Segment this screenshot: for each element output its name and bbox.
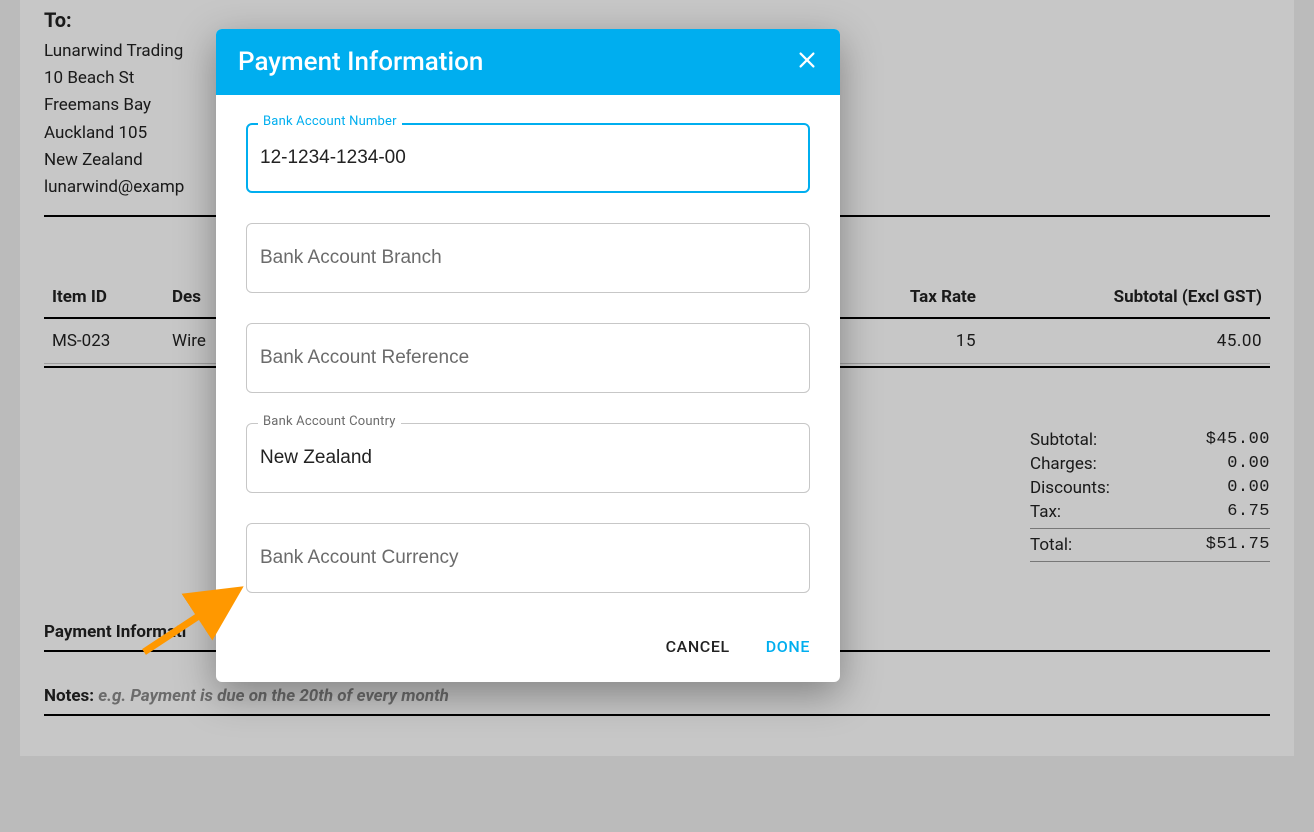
done-button[interactable]: Done: [766, 637, 810, 656]
bank-account-country-field[interactable]: Bank Account Country: [246, 423, 810, 493]
bank-account-currency-field[interactable]: Bank Account Currency: [246, 523, 810, 593]
modal-title: Payment Information: [238, 47, 483, 77]
bank-account-country-input[interactable]: [246, 423, 810, 493]
bank-account-number-input[interactable]: [246, 123, 810, 193]
modal-actions: Cancel Done: [216, 623, 840, 682]
close-icon: [796, 49, 818, 75]
bank-account-number-field[interactable]: Bank Account Number: [246, 123, 810, 193]
field-label: Bank Account Number: [258, 114, 402, 129]
payment-information-modal: Payment Information Bank Account Number …: [216, 29, 840, 682]
bank-account-branch-field[interactable]: Bank Account Branch: [246, 223, 810, 293]
field-label: Bank Account Country: [258, 414, 401, 429]
bank-account-reference-input[interactable]: [246, 323, 810, 393]
modal-header: Payment Information: [216, 29, 840, 95]
cancel-button[interactable]: Cancel: [666, 637, 730, 656]
close-button[interactable]: [796, 49, 818, 75]
bank-account-reference-field[interactable]: Bank Account Reference: [246, 323, 810, 393]
bank-account-currency-input[interactable]: [246, 523, 810, 593]
modal-body: Bank Account Number Bank Account Branch …: [216, 95, 840, 623]
bank-account-branch-input[interactable]: [246, 223, 810, 293]
